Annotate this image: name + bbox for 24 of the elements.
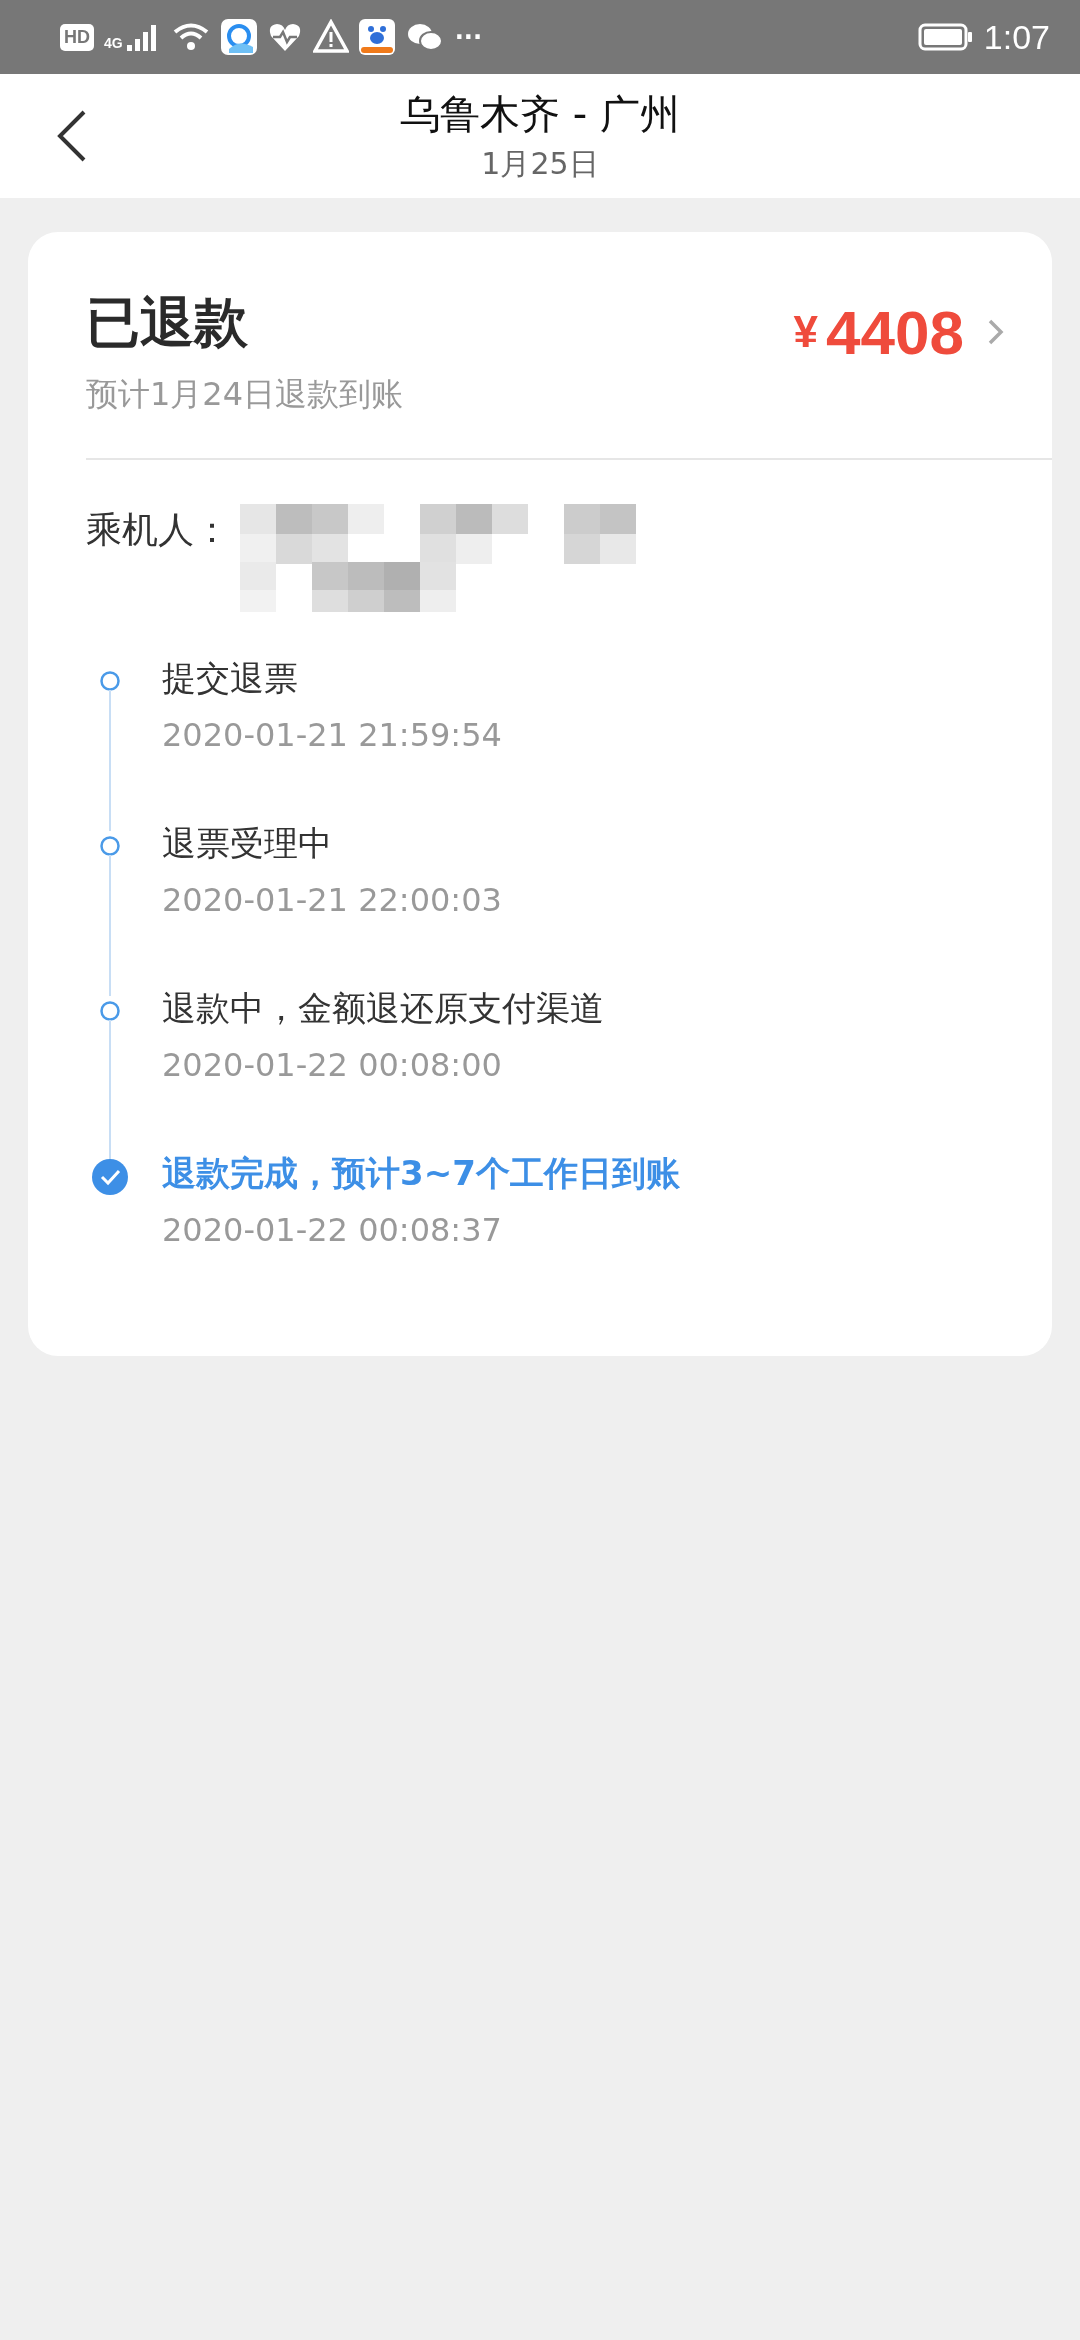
currency-sign: ¥: [793, 307, 819, 357]
step-title: 退款中，金额退还原支付渠道: [162, 987, 604, 1030]
refund-status: 已退款: [86, 290, 249, 356]
battery-icon: [917, 22, 974, 52]
step-time: 2020-01-21 21:59:54: [162, 715, 502, 756]
refund-amount-link[interactable]: ¥4408: [793, 296, 1006, 368]
step-time: 2020-01-22 00:08:00: [162, 1045, 503, 1086]
step-title: 提交退票: [162, 657, 299, 700]
step-title: 退票受理中: [162, 822, 333, 865]
hd-badge: HD: [60, 23, 94, 51]
step-time: 2020-01-21 22:00:03: [162, 880, 502, 921]
page-title: 乌鲁木齐 - 广州: [400, 90, 680, 139]
flight-date: 1月25日: [481, 145, 599, 183]
refund-note: 预计1月24日退款到账: [86, 374, 404, 415]
refund-amount: 4408: [826, 296, 964, 368]
more-notifications: ···: [454, 23, 483, 51]
paw-icon: [358, 19, 395, 55]
step-title: 退款完成，预计3~7个工作日到账: [162, 1152, 680, 1195]
clock: 1:07: [983, 17, 1050, 57]
step-time: 2020-01-22 00:08:37: [162, 1210, 503, 1251]
passenger-label: 乘机人：: [86, 508, 230, 552]
warning-icon: [312, 19, 349, 55]
app-icon: [220, 19, 257, 55]
network-type: 4G: [104, 35, 123, 51]
